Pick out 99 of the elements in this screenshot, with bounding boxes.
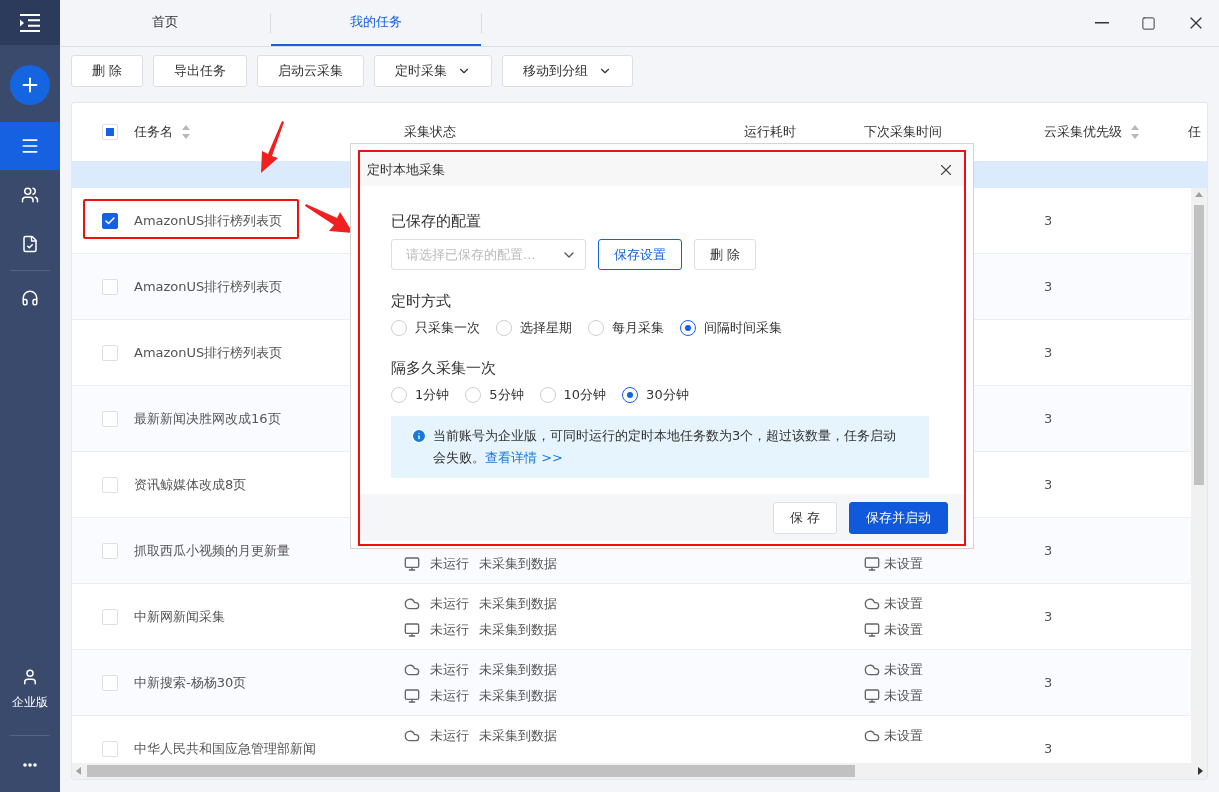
notice-text: 当前账号为企业版，可同时运行的定时本地任务数为3个，超过该数量，任务启动会失败。查看详情 >> [433, 427, 898, 467]
task-name[interactable]: 抓取西瓜小视频的月更新量 [134, 542, 290, 558]
next-run-time: 未设置 [884, 686, 923, 705]
monitor-icon [404, 621, 420, 638]
add-task-button[interactable] [10, 65, 50, 105]
column-header: 采集状态 [404, 123, 456, 141]
next-run-time: 未设置 [884, 660, 923, 679]
toolbar-button[interactable]: 删 除 [71, 55, 144, 87]
more-icon [23, 763, 37, 767]
details-link[interactable]: 查看详情 >> [485, 450, 563, 465]
info-icon [411, 428, 427, 444]
users-icon [21, 185, 39, 204]
run-state: 未运行 [430, 554, 469, 573]
config-select[interactable]: 请选择已保存的配置... [391, 239, 586, 270]
maximize-icon [1141, 15, 1156, 31]
radio-option[interactable]: 选择星期 [496, 319, 572, 337]
data-state: 未采集到数据 [479, 726, 557, 745]
column-header: 运行耗时 [744, 123, 796, 141]
priority-value: 3 [1044, 741, 1053, 756]
run-state: 未运行 [430, 726, 469, 745]
horizontal-scrollbar[interactable] [72, 763, 1207, 779]
edition-label: 企业版 [12, 694, 48, 711]
dialog-button[interactable]: 删 除 [694, 239, 757, 270]
data-state: 未采集到数据 [479, 594, 557, 613]
column-header: 任务名 [134, 123, 173, 141]
run-state: 未运行 [430, 594, 469, 613]
sort-icon[interactable] [181, 124, 191, 140]
priority-value: 3 [1044, 411, 1053, 426]
priority-value: 3 [1044, 609, 1053, 624]
toolbar-button[interactable]: 导出任务 [153, 55, 248, 87]
vertical-scrollbar[interactable] [1191, 188, 1207, 763]
run-state: 未运行 [430, 686, 469, 705]
radio-option[interactable]: 10分钟 [539, 386, 607, 404]
priority-value: 3 [1044, 675, 1053, 690]
run-state: 未运行 [430, 620, 469, 639]
data-state: 未采集到数据 [479, 686, 557, 705]
task-name[interactable]: AmazonUS排行榜列表页 [134, 278, 283, 294]
task-name[interactable]: 最新新闻决胜网改成16页 [134, 410, 281, 426]
next-run-time: 未设置 [884, 726, 923, 745]
check-icon [104, 214, 116, 227]
monitor-icon [404, 687, 420, 704]
headset-icon [21, 288, 39, 307]
section-label: 隔多久采集一次 [391, 359, 497, 378]
select-all-checkbox[interactable] [102, 124, 118, 140]
tab[interactable]: 首页 [60, 0, 270, 46]
section-label: 定时方式 [391, 292, 452, 311]
list-icon [20, 136, 40, 156]
scroll-left-icon[interactable] [76, 767, 81, 775]
radio-option[interactable]: 只采集一次 [391, 319, 480, 337]
save-button[interactable]: 保 存 [772, 501, 837, 534]
document-check-icon [21, 234, 39, 253]
priority-value: 3 [1044, 543, 1053, 558]
next-run-time: 未设置 [884, 594, 923, 613]
radio-option[interactable]: 每月采集 [588, 319, 664, 337]
radio-option[interactable]: 5分钟 [465, 386, 524, 404]
tab[interactable]: 我的任务 [271, 0, 481, 46]
task-name[interactable]: AmazonUS排行榜列表页 [134, 344, 283, 360]
data-state: 未采集到数据 [479, 660, 557, 679]
account-button[interactable]: 企业版 [0, 668, 60, 711]
task-name[interactable]: 中华人民共和国应急管理部新闻 [134, 740, 316, 756]
collapse-menu-icon[interactable] [19, 13, 41, 32]
radio-option[interactable]: 间隔时间采集 [680, 319, 782, 337]
toolbar-button[interactable]: 移动到分组 [502, 55, 634, 87]
sidebar-item[interactable] [0, 122, 60, 170]
toolbar-button[interactable]: 启动云采集 [257, 55, 365, 87]
monitor-icon [864, 555, 880, 572]
scroll-right-icon[interactable] [1198, 767, 1203, 775]
next-run-time: 未设置 [884, 620, 923, 639]
row-checkbox[interactable] [102, 212, 118, 229]
section-label: 已保存的配置 [391, 212, 482, 231]
column-header: 下次采集时间 [864, 123, 942, 141]
priority-value: 3 [1044, 345, 1053, 360]
task-name[interactable]: AmazonUS排行榜列表页 [134, 212, 283, 228]
monitor-icon [404, 555, 420, 572]
config-input[interactable]: 请选择已保存的配置... [404, 246, 554, 263]
task-name[interactable]: 中新搜索-杨杨30页 [134, 674, 247, 690]
dialog-button[interactable]: 保存设置 [598, 239, 682, 270]
minimize-icon [1094, 22, 1109, 24]
priority-value: 3 [1044, 477, 1053, 492]
run-state: 未运行 [430, 660, 469, 679]
dialog-title: 定时本地采集 [367, 160, 445, 179]
data-state: 未采集到数据 [479, 554, 557, 573]
sort-icon[interactable] [1130, 124, 1140, 140]
scroll-up-icon[interactable] [1195, 192, 1203, 197]
column-header: 云采集优先级 [1044, 123, 1122, 141]
monitor-icon [864, 621, 880, 638]
radio-option[interactable]: 1分钟 [391, 386, 450, 404]
column-header: 任 [1188, 123, 1201, 141]
task-name[interactable]: 中新网新闻采集 [134, 608, 225, 624]
toolbar-button[interactable]: 定时采集 [374, 55, 493, 87]
next-run-time: 未设置 [884, 554, 923, 573]
monitor-icon [864, 687, 880, 704]
priority-value: 3 [1044, 213, 1053, 228]
user-icon [21, 668, 39, 686]
save-and-start-button[interactable]: 保存并启动 [849, 501, 948, 534]
data-state: 未采集到数据 [479, 620, 557, 639]
priority-value: 3 [1044, 279, 1053, 294]
radio-option[interactable]: 30分钟 [622, 386, 689, 404]
task-name[interactable]: 资讯鲸媒体改成8页 [134, 476, 247, 492]
